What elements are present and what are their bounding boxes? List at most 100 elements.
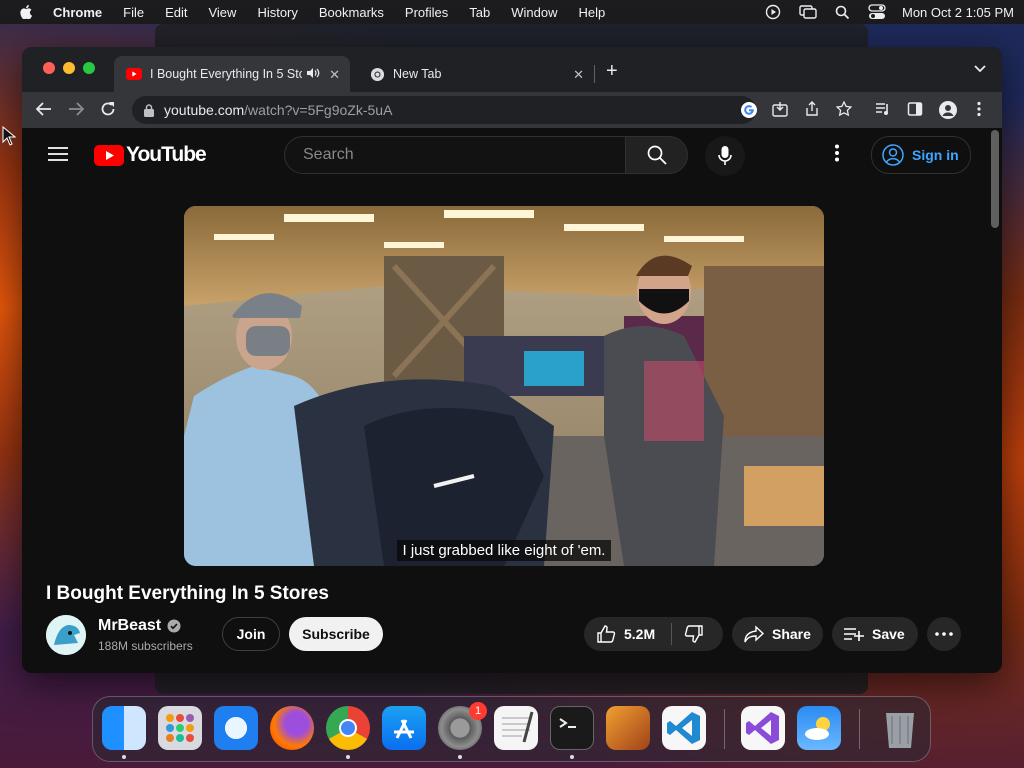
save-button[interactable]: Save [832,617,918,651]
share-arrow-icon [744,625,764,643]
menu-window[interactable]: Window [511,5,557,20]
voice-search-button[interactable] [705,136,745,176]
share-label: Share [772,626,811,642]
close-tab-icon[interactable]: ✕ [573,67,584,83]
search-box [284,136,626,174]
close-window-button[interactable] [43,62,55,74]
forward-icon[interactable] [68,101,84,117]
youtube-logo[interactable]: YouTube [94,143,207,167]
menu-bookmarks[interactable]: Bookmarks [319,5,384,20]
channel-name-row[interactable]: MrBeast [98,617,181,635]
like-divider [671,623,673,645]
menu-file[interactable]: File [123,5,144,20]
control-center-icon[interactable] [868,4,886,20]
visual-studio-icon[interactable] [741,706,785,750]
app-store-icon[interactable] [382,706,426,750]
more-actions-button[interactable] [927,617,961,651]
thumbs-down-icon[interactable] [684,624,704,644]
textedit-icon[interactable] [494,706,538,750]
lock-icon[interactable] [144,103,154,117]
search-button[interactable] [625,136,688,174]
tab-strip: I Bought Everything In 5 Stores ✕ New Ta… [22,47,1002,92]
video-caption: I just grabbed like eight of 'em. [184,540,824,561]
youtube-play-logo-icon [94,144,124,166]
tab-new-tab[interactable]: New Tab ✕ [358,56,594,92]
speaker-icon[interactable] [306,67,320,79]
notification-badge: 1 [469,702,487,720]
subscribe-button[interactable]: Subscribe [289,617,383,651]
google-lens-icon[interactable] [740,101,758,119]
channel-name[interactable]: MrBeast [98,617,161,635]
youtube-icon [126,68,142,80]
menu-tab[interactable]: Tab [469,5,490,20]
account-circle-icon [882,144,904,166]
trash-icon[interactable] [878,706,922,750]
chrome-menu-icon[interactable] [976,101,982,117]
hamburger-menu-icon[interactable] [48,146,68,162]
back-icon[interactable] [36,101,52,117]
media-control-icon[interactable] [875,101,891,117]
weather-icon[interactable] [797,706,841,750]
sign-in-label: Sign in [912,147,959,163]
launchpad-icon[interactable] [158,706,202,750]
mouse-pointer-icon [2,126,16,146]
garageband-icon[interactable] [606,706,650,750]
play-status-icon[interactable] [765,4,781,20]
running-indicator [122,755,126,759]
save-label: Save [872,626,905,642]
tab-youtube[interactable]: I Bought Everything In 5 Stores ✕ [114,56,350,92]
dock: 1 [92,696,931,762]
minimize-window-button[interactable] [63,62,75,74]
join-button[interactable]: Join [222,617,280,651]
menu-edit[interactable]: Edit [165,5,187,20]
running-indicator [458,755,462,759]
subscriber-count: 188M subscribers [98,639,193,653]
scrollbar-thumb[interactable] [991,130,999,228]
spotlight-search-icon[interactable] [835,5,850,20]
page-scrollbar[interactable] [989,128,1002,673]
vscode-icon[interactable] [662,706,706,750]
profile-icon[interactable] [939,101,957,119]
mrbeast-avatar-icon [46,615,86,655]
menu-app-name[interactable]: Chrome [53,5,102,20]
zoom-window-button[interactable] [83,62,95,74]
bookmark-star-icon[interactable] [836,101,852,117]
channel-avatar[interactable] [46,615,86,655]
finder-icon[interactable] [102,706,146,750]
youtube-wordmark: YouTube [126,143,207,166]
tab-title: I Bought Everything In 5 Stores [150,67,302,81]
tab-search-chevron-icon[interactable] [974,65,986,73]
url-path: /watch?v=5Fg9oZk-5uA [244,102,393,118]
terminal-icon[interactable] [550,706,594,750]
menu-clock[interactable]: Mon Oct 2 1:05 PM [902,5,1014,20]
thumbs-up-icon [597,625,616,643]
menu-history[interactable]: History [257,5,297,20]
safari-icon[interactable] [214,706,258,750]
chrome-icon [370,67,385,81]
dock-separator [724,709,725,749]
video-player[interactable]: I just grabbed like eight of 'em. [184,206,824,566]
share-button[interactable]: Share [732,617,823,651]
reload-icon[interactable] [100,101,116,117]
like-dislike-group: 5.2M [584,617,723,651]
like-button[interactable]: 5.2M [584,624,655,644]
tab-divider [594,65,595,83]
settings-more-icon[interactable] [834,144,840,162]
search-icon [647,145,667,165]
side-panel-icon[interactable] [907,101,923,117]
chrome-app-icon[interactable] [326,706,370,750]
address-bar[interactable]: youtube.com/watch?v=5Fg9oZk-5uA [132,96,756,124]
menu-view[interactable]: View [208,5,236,20]
share-page-icon[interactable] [804,101,820,117]
screen-mirroring-icon[interactable] [799,4,817,20]
install-app-icon[interactable] [772,101,788,117]
menu-profiles[interactable]: Profiles [405,5,448,20]
sign-in-button[interactable]: Sign in [871,136,971,174]
new-tab-button[interactable]: + [606,61,618,81]
dock-separator [859,709,860,749]
firefox-icon[interactable] [270,706,314,750]
menu-help[interactable]: Help [579,5,606,20]
search-input[interactable] [301,145,605,165]
apple-icon[interactable] [19,5,33,19]
close-tab-icon[interactable]: ✕ [329,67,340,83]
